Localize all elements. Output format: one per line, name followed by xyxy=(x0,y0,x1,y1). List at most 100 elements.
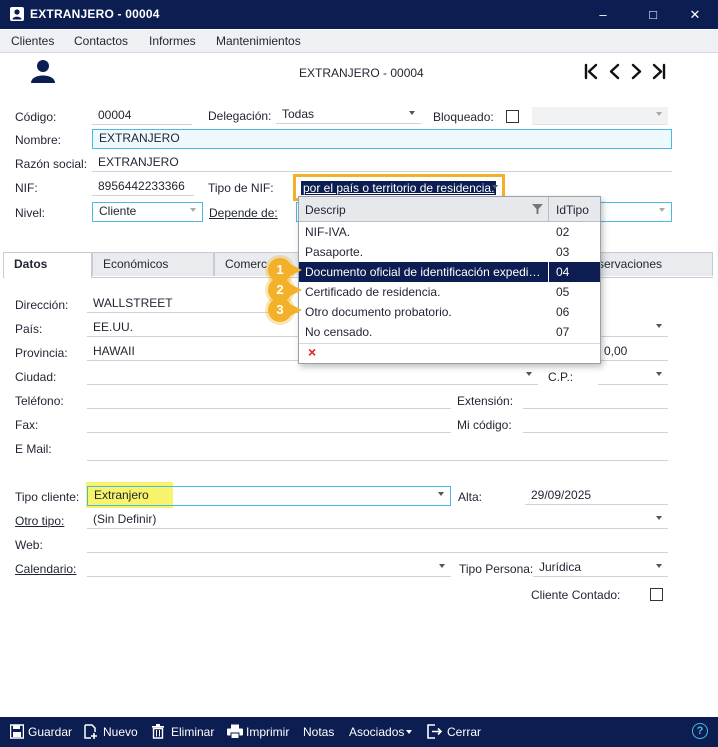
codigo-value: 00004 xyxy=(98,108,132,122)
mi-codigo-label: Mi código: xyxy=(457,418,512,432)
print-button[interactable]: Imprimir xyxy=(246,725,289,739)
new-document-icon xyxy=(84,724,97,739)
dropdown-option[interactable]: Certificado de residencia. 05 xyxy=(299,282,600,302)
chevron-down-icon xyxy=(656,564,662,568)
tipo-persona-select[interactable]: Jurídica xyxy=(533,559,668,577)
close-button[interactable]: ✕ xyxy=(672,0,718,29)
otro-tipo-label[interactable]: Otro tipo: xyxy=(15,514,64,528)
tipo-cliente-select[interactable]: Extranjero xyxy=(87,486,451,506)
tipo-cliente-label: Tipo cliente: xyxy=(15,490,80,504)
record-title: EXTRANJERO - 00004 xyxy=(299,66,424,80)
tipo-cliente-value: Extranjero xyxy=(94,488,149,502)
pais-extra-select[interactable] xyxy=(598,319,668,337)
col-idtipo-header[interactable]: IdTipo xyxy=(556,203,589,217)
extension-field[interactable] xyxy=(523,391,668,409)
client-avatar-icon xyxy=(31,60,55,83)
nombre-label: Nombre: xyxy=(15,133,62,147)
save-icon xyxy=(10,724,24,739)
calendario-label[interactable]: Calendario: xyxy=(15,562,76,576)
chevron-down-icon xyxy=(656,516,662,520)
nivel-label: Nivel: xyxy=(15,206,46,220)
ciudad-select[interactable] xyxy=(87,367,538,385)
previous-record-button[interactable] xyxy=(606,60,626,84)
help-icon[interactable]: ? xyxy=(692,723,708,739)
save-button[interactable]: Guardar xyxy=(28,725,72,739)
dropdown-option[interactable]: Pasaporte. 03 xyxy=(299,242,600,262)
first-record-button[interactable] xyxy=(582,60,602,84)
menu-mantenimientos[interactable]: Mantenimientos xyxy=(216,34,301,48)
telefono-label: Teléfono: xyxy=(15,394,64,408)
user-icon xyxy=(10,7,24,21)
alta-value: 29/09/2025 xyxy=(531,488,592,502)
tab-datos[interactable]: Datos xyxy=(3,252,92,278)
nivel-select[interactable]: Cliente xyxy=(92,202,203,222)
window-title: EXTRANJERO - 00004 xyxy=(30,7,160,21)
menu-contactos[interactable]: Contactos xyxy=(74,34,128,48)
provincia-field[interactable]: HAWAII xyxy=(87,343,307,361)
alta-field[interactable]: 29/09/2025 xyxy=(525,487,668,505)
tab-economicos[interactable]: Económicos xyxy=(92,252,214,276)
option-id: 04 xyxy=(556,265,570,279)
pais-value: EE.UU. xyxy=(93,320,134,334)
associated-menu-button[interactable]: Asociados xyxy=(349,725,404,739)
tipo-persona-label: Tipo Persona: xyxy=(459,562,534,576)
col-descrip-header[interactable]: Descrip xyxy=(305,203,346,217)
nif-value: 8956442233366 xyxy=(98,179,185,193)
nombre-value: EXTRANJERO xyxy=(99,131,180,145)
nif-field[interactable]: 8956442233366 xyxy=(92,178,194,196)
option-descrip: Pasaporte. xyxy=(305,245,364,259)
delete-button[interactable]: Eliminar xyxy=(171,725,214,739)
dropdown-option[interactable]: Otro documento probatorio. 06 xyxy=(299,302,600,322)
chevron-down-icon xyxy=(406,730,412,734)
otro-tipo-select[interactable]: (Sin Definir) xyxy=(87,511,668,529)
option-id: 06 xyxy=(556,305,570,319)
menu-clientes[interactable]: Clientes xyxy=(11,34,54,48)
chevron-down-icon xyxy=(656,112,662,116)
dropdown-option[interactable]: NIF-IVA. 02 xyxy=(299,222,600,242)
delegacion-select[interactable]: Todas xyxy=(276,106,421,124)
chevron-down-icon xyxy=(526,372,532,376)
last-record-button[interactable] xyxy=(650,60,670,84)
pais-select[interactable]: EE.UU. xyxy=(87,319,307,337)
razon-social-field[interactable]: EXTRANJERO xyxy=(92,154,672,172)
dropdown-option-selected[interactable]: Documento oficial de identificación expe… xyxy=(299,262,600,282)
menu-informes[interactable]: Informes xyxy=(149,34,196,48)
filter-icon[interactable] xyxy=(532,204,543,214)
next-record-button[interactable] xyxy=(628,60,648,84)
codigo-field[interactable]: 00004 xyxy=(92,107,192,125)
nif-label: NIF: xyxy=(15,181,38,195)
option-id: 03 xyxy=(556,245,570,259)
nombre-field[interactable]: EXTRANJERO xyxy=(92,129,672,149)
bloqueado-checkbox[interactable] xyxy=(506,110,519,123)
direccion-label: Dirección: xyxy=(15,298,69,312)
telefono-field[interactable] xyxy=(87,391,451,409)
tab-observaciones[interactable]: servaciones xyxy=(583,252,713,276)
provincia-value: HAWAII xyxy=(93,344,135,358)
option-descrip: Certificado de residencia. xyxy=(305,285,441,299)
dropdown-separator xyxy=(299,343,600,344)
dropdown-header: Descrip IdTipo xyxy=(299,197,600,222)
email-field[interactable] xyxy=(87,439,668,461)
depende-label[interactable]: Depende de: xyxy=(209,206,278,220)
minimize-button[interactable]: – xyxy=(580,0,626,29)
chevron-down-icon xyxy=(656,372,662,376)
cp-select[interactable] xyxy=(598,367,668,385)
mi-codigo-field[interactable] xyxy=(523,415,668,433)
fax-field[interactable] xyxy=(87,415,451,433)
dropdown-option[interactable]: No censado. 07 xyxy=(299,322,600,342)
cliente-contado-checkbox[interactable] xyxy=(650,588,663,601)
clear-selection-icon[interactable]: × xyxy=(308,344,316,360)
web-field[interactable] xyxy=(87,535,668,553)
bloqueado-label: Bloqueado: xyxy=(433,110,494,124)
extension-label: Extensión: xyxy=(457,394,514,408)
delegacion-value: Todas xyxy=(282,107,315,121)
notes-button[interactable]: Notas xyxy=(303,725,334,739)
calendario-select[interactable] xyxy=(87,559,451,577)
numeric-field[interactable]: 0,00 xyxy=(598,343,668,361)
option-descrip: Documento oficial de identificación expe… xyxy=(305,265,545,279)
option-id: 02 xyxy=(556,225,570,239)
bloqueado-reason-select[interactable] xyxy=(532,107,668,125)
maximize-button[interactable]: □ xyxy=(630,0,676,29)
close-form-button[interactable]: Cerrar xyxy=(447,725,481,739)
new-button[interactable]: Nuevo xyxy=(103,725,138,739)
